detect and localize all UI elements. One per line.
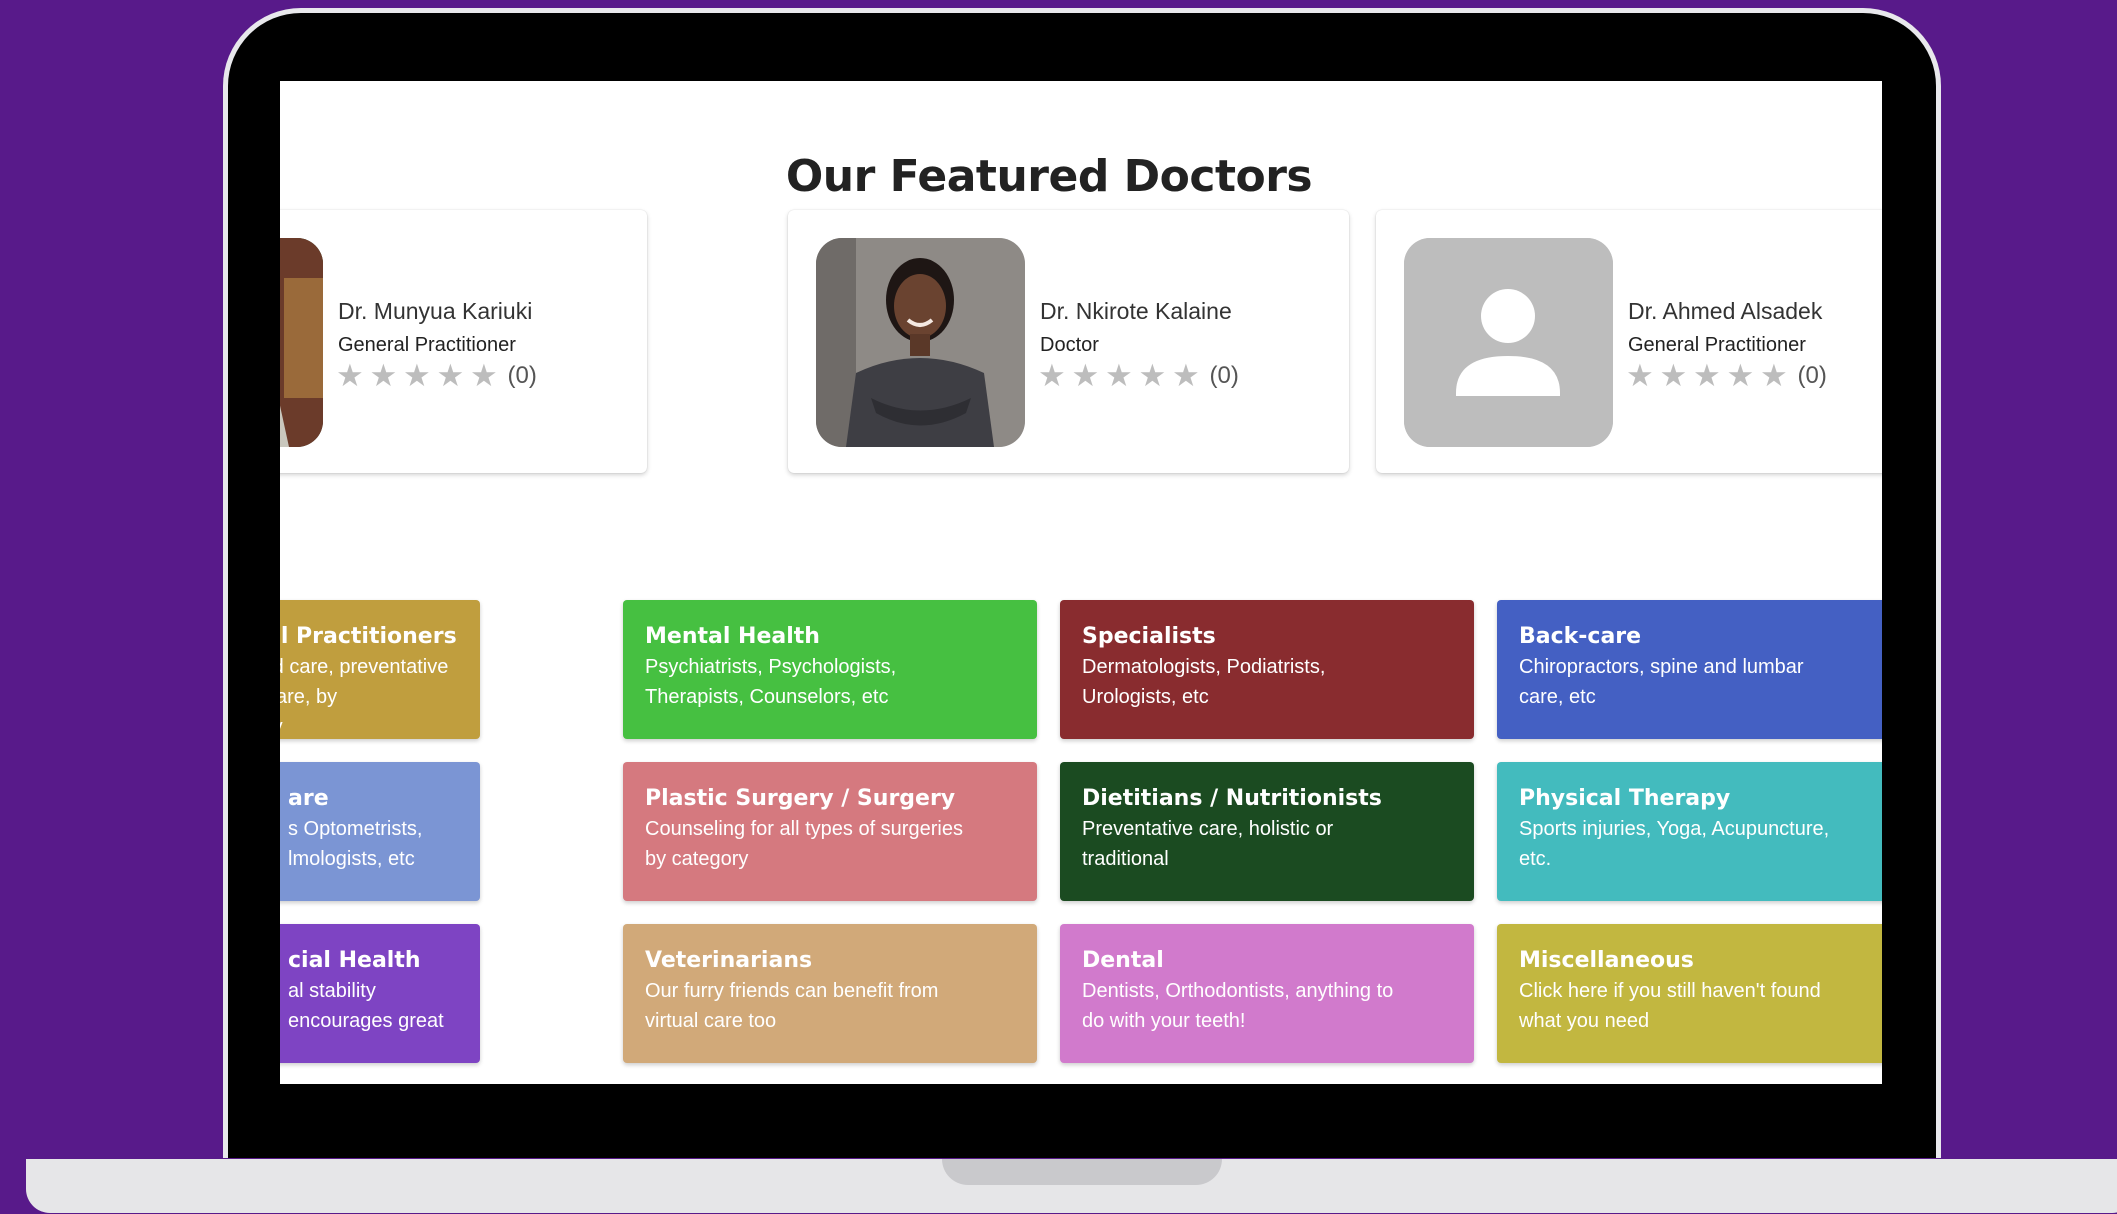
star-icon: ★ [1138,358,1167,393]
category-description: Dermatologists, Podiatrists, Urologists,… [1082,656,1326,708]
category-title: Miscellaneous [1519,948,1694,973]
category-description: Dentists, Orthodontists, anything to do … [1082,980,1394,1032]
star-icon: ★ [1626,358,1654,393]
doctor-card[interactable]: Dr. Munyua Kariuki General Practitioner … [280,210,647,473]
doctor-name[interactable]: Dr. Ahmed Alsadek [1628,298,1822,325]
doctor-specialty: General Practitioner [1628,334,1806,356]
star-icon: ★ [1760,358,1788,393]
star-icon: ★ [336,358,364,393]
category-description: Sports injuries, Yoga, Acupuncture, etc. [1519,818,1830,870]
star-rating: ★ ★ ★ ★ ★ (0) [1038,360,1239,391]
category-description: al stability encourages great [288,980,444,1032]
category-title: Back-care [1519,624,1642,649]
man-photo [280,238,323,447]
category-tile-physical-therapy[interactable]: Physical Therapy Sports injuries, Yoga, … [1497,762,1882,901]
category-tile-mental-health[interactable]: Mental Health Psychiatrists, Psychologis… [623,600,1037,739]
doctor-card[interactable]: Dr. Ahmed Alsadek General Practitioner ★… [1376,210,1882,473]
category-title: al Practitioners [280,624,457,649]
category-tile-dietitians[interactable]: Dietitians / Nutritionists Preventative … [1060,762,1474,901]
doctor-photo [280,238,323,447]
category-tile-miscellaneous[interactable]: Miscellaneous Click here if you still ha… [1497,924,1882,1063]
category-tile-specialists[interactable]: Specialists Dermatologists, Podiatrists,… [1060,600,1474,739]
category-tile-back-care[interactable]: Back-care Chiropractors, spine and lumba… [1497,600,1882,739]
doctor-name[interactable]: Dr. Nkirote Kalaine [1040,298,1232,325]
rating-count: (0) [1797,361,1827,389]
category-description: Psychiatrists, Psychologists, Therapists… [645,656,897,708]
placeholder-avatar-icon [1404,238,1613,447]
category-tile-eye-care[interactable]: are s Optometrists, lmologists, etc [280,762,480,901]
category-title: are [288,786,329,811]
doctor-specialty: Doctor [1040,334,1099,356]
category-description: rd care, preventative care, by ry [280,656,449,738]
star-icon: ★ [1105,358,1133,393]
star-rating: ★ ★ ★ ★ ★ (0) [336,360,537,391]
category-title: Physical Therapy [1519,786,1731,811]
woman-photo [816,238,1025,447]
star-icon: ★ [1659,358,1688,393]
star-icon: ★ [1172,358,1200,393]
category-tile-social-health[interactable]: cial Health al stability encourages grea… [280,924,480,1063]
category-tile-veterinarians[interactable]: Veterinarians Our furry friends can bene… [623,924,1037,1063]
category-description: Click here if you still haven't found wh… [1519,980,1821,1032]
category-title: Dental [1082,948,1164,973]
rating-count: (0) [1209,361,1239,389]
page-title: Our Featured Doctors [785,151,1313,202]
category-description: Counseling for all types of surgeries by… [645,818,963,870]
star-icon: ★ [436,358,465,393]
category-description: s Optometrists, lmologists, etc [288,818,423,870]
category-title: Mental Health [645,624,820,649]
category-title: Plastic Surgery / Surgery [645,786,956,811]
doctor-photo [816,238,1025,447]
star-icon: ★ [1071,358,1100,393]
star-icon: ★ [403,358,431,393]
doctor-specialty: General Practitioner [338,334,516,356]
category-description: Chiropractors, spine and lumbar care, et… [1519,656,1804,708]
star-rating: ★ ★ ★ ★ ★ (0) [1626,360,1827,391]
star-icon: ★ [369,358,398,393]
star-icon: ★ [1038,358,1066,393]
category-title: Specialists [1082,624,1216,649]
category-description: Preventative care, holistic or tradition… [1082,818,1334,870]
category-tile-general-practitioners[interactable]: al Practitioners rd care, preventative c… [280,600,480,739]
rating-count: (0) [507,361,537,389]
category-title: Dietitians / Nutritionists [1082,786,1382,811]
star-icon: ★ [1693,358,1721,393]
category-description: Our furry friends can benefit from virtu… [645,980,939,1032]
star-icon: ★ [470,358,498,393]
category-tile-plastic-surgery[interactable]: Plastic Surgery / Surgery Counseling for… [623,762,1037,901]
star-icon: ★ [1726,358,1755,393]
category-title: cial Health [288,948,421,973]
screen: Our Featured Doctors Dr. Munyua Kariuki … [280,81,1882,1084]
category-tile-dental[interactable]: Dental Dentists, Orthodontists, anything… [1060,924,1474,1063]
doctor-card[interactable]: Dr. Nkirote Kalaine Doctor ★ ★ ★ ★ ★ (0) [788,210,1349,473]
category-title: Veterinarians [645,948,813,973]
laptop-trackpad-notch [942,1159,1222,1185]
doctor-photo [1404,238,1613,447]
doctor-name[interactable]: Dr. Munyua Kariuki [338,298,532,325]
